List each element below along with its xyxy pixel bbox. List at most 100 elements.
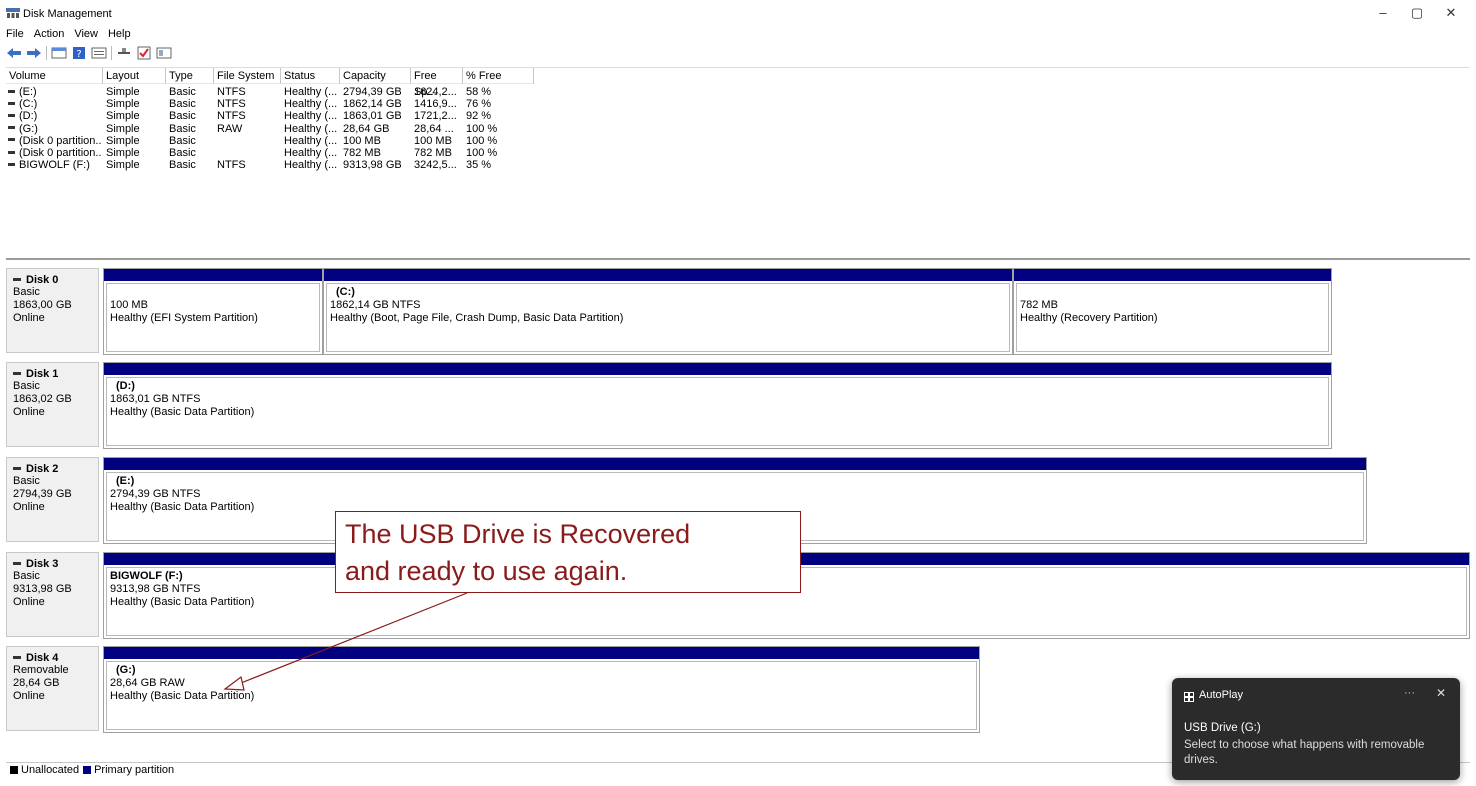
view-icon[interactable]: [156, 46, 172, 60]
menu-help[interactable]: Help: [102, 26, 135, 42]
disk-status: Online: [13, 690, 45, 702]
partition-d[interactable]: (D:) 1863,01 GB NTFS Healthy (Basic Data…: [103, 362, 1332, 449]
volume-row[interactable]: (C:) Simple Basic NTFS Healthy (... 1862,14 G…: [6, 98, 536, 110]
title-bar: Disk Management – ▢ ✕: [0, 0, 1476, 26]
partition-name: (D:): [116, 380, 135, 392]
partition-status: Healthy (EFI System Partition): [110, 312, 258, 324]
cell-file-system: NTFS: [217, 98, 246, 111]
partition-name: (C:): [336, 286, 355, 298]
cell-file-system: [217, 135, 281, 147]
toolbar-separator: [46, 46, 47, 60]
cell-capacity: 782 MB: [343, 147, 381, 159]
primary-partition-swatch: [83, 765, 92, 774]
partition-g[interactable]: (G:) 28,64 GB RAW Healthy (Basic Data Pa…: [103, 646, 980, 733]
cell-volume: (C:): [8, 98, 102, 110]
partition-c[interactable]: (C:) 1862,14 GB NTFS Healthy (Boot, Page…: [323, 268, 1013, 355]
cell-layout: Simple: [106, 134, 140, 147]
cell-percent-free: 100 %: [466, 134, 498, 147]
disk-2-label[interactable]: Disk 2 Basic 2794,39 GB Online: [6, 457, 99, 542]
cell-free-space: 3242,5...: [414, 159, 457, 172]
partition-size: 2794,39 GB NTFS: [110, 488, 201, 500]
autoplay-icon: [1184, 692, 1194, 702]
primary-partition-bar: [104, 647, 979, 659]
cell-percent-free: 92 %: [466, 110, 492, 123]
partition-recovery[interactable]: 782 MB Healthy (Recovery Partition): [1013, 268, 1332, 355]
help-icon[interactable]: ?: [71, 46, 87, 60]
partition-status: Healthy (Boot, Page File, Crash Dump, Ba…: [330, 312, 624, 324]
primary-partition-bar: [104, 269, 322, 281]
maximize-button[interactable]: ▢: [1402, 4, 1432, 22]
cell-capacity: 28,64 GB: [343, 122, 390, 135]
disk-name: Disk 1: [26, 367, 59, 380]
disk-1-label[interactable]: Disk 1 Basic 1863,02 GB Online: [6, 362, 99, 447]
connect-icon[interactable]: [116, 46, 132, 60]
volume-name: (C:): [19, 98, 38, 111]
partition-name: (G:): [116, 664, 136, 676]
notification-body: Select to choose what happens with remov…: [1184, 739, 1425, 766]
volume-row[interactable]: (E:) Simple Basic NTFS Healthy (... 2794,39 G…: [6, 86, 536, 98]
notification-title: AutoPlay: [1199, 689, 1244, 701]
volume-row[interactable]: (Disk 0 partition... Simple Basic Healthy (…: [6, 147, 536, 159]
column-header-layout[interactable]: Layout: [103, 68, 166, 84]
disk-0-label[interactable]: Disk 0 Basic 1863,00 GB Online: [6, 268, 99, 353]
close-icon[interactable]: ✕: [1436, 686, 1446, 700]
column-header-file-system[interactable]: File System: [214, 68, 281, 84]
volume-icon: [8, 89, 15, 93]
disk-type: Basic: [13, 380, 40, 392]
disk-management-icon: [6, 8, 20, 18]
svg-text:?: ?: [76, 49, 81, 60]
disk-status: Online: [13, 501, 45, 513]
disk-list-icon[interactable]: [51, 46, 67, 60]
cell-type: Basic: [169, 86, 196, 98]
volume-row[interactable]: (G:) Simple Basic RAW Healthy (... 28,64 GB 28…: [6, 123, 536, 135]
cell-type: Basic: [169, 147, 196, 159]
cell-volume: (G:): [8, 123, 102, 135]
column-header-type[interactable]: Type: [166, 68, 214, 84]
partition-efi[interactable]: 100 MB Healthy (EFI System Partition): [103, 268, 323, 355]
more-options-icon[interactable]: ···: [1404, 687, 1415, 699]
column-header-free-space[interactable]: Free Sp...: [411, 68, 463, 98]
cell-capacity: 100 MB: [343, 134, 381, 147]
cell-layout: Simple: [106, 98, 140, 111]
forward-icon[interactable]: [26, 46, 42, 60]
disk-name: Disk 4: [26, 651, 59, 664]
back-icon[interactable]: [6, 46, 22, 60]
menu-view[interactable]: View: [68, 26, 102, 42]
menu-action[interactable]: Action: [28, 26, 69, 42]
disk-4-label[interactable]: Disk 4 Removable 28,64 GB Online: [6, 646, 99, 731]
cell-layout: Simple: [106, 122, 140, 135]
column-header-volume[interactable]: Volume: [6, 68, 103, 84]
annotation-line-2: and ready to use again.: [345, 556, 628, 586]
disk-size: 1863,00 GB: [13, 299, 72, 311]
column-header-percent-free[interactable]: % Free: [463, 68, 534, 84]
autoplay-notification[interactable]: AutoPlay ··· ✕ USB Drive (G:) Select to …: [1172, 678, 1460, 780]
volume-name: (Disk 0 partition...: [19, 134, 102, 147]
cell-file-system: [217, 147, 281, 159]
cell-layout: Simple: [106, 159, 140, 172]
column-header-status[interactable]: Status: [281, 68, 340, 84]
window-title: Disk Management: [23, 8, 112, 20]
volume-name: (Disk 0 partition...: [19, 147, 102, 159]
column-header-capacity[interactable]: Capacity: [340, 68, 411, 84]
volume-row[interactable]: (D:) Simple Basic NTFS Healthy (... 1863,01 G…: [6, 110, 536, 122]
cell-capacity: 1862,14 GB: [343, 98, 402, 111]
minimize-button[interactable]: –: [1368, 4, 1398, 22]
close-button[interactable]: ✕: [1436, 4, 1466, 22]
disk-size: 2794,39 GB: [13, 488, 72, 500]
disk-icon: [13, 372, 21, 375]
disk-3-label[interactable]: Disk 3 Basic 9313,98 GB Online: [6, 552, 99, 637]
partition-status: Healthy (Recovery Partition): [1020, 312, 1158, 324]
check-icon[interactable]: [136, 46, 152, 60]
properties-icon[interactable]: [91, 46, 107, 60]
cell-layout: Simple: [106, 86, 140, 98]
cell-file-system: RAW: [217, 122, 243, 135]
partition-status: Healthy (Basic Data Partition): [110, 690, 255, 702]
menu-file[interactable]: File: [0, 26, 28, 42]
volume-row[interactable]: BIGWOLF (F:) Simple Basic NTFS Healthy (... 9…: [6, 159, 536, 171]
partition-name: [110, 286, 319, 299]
cell-volume: (E:): [8, 86, 102, 98]
disk-size: 28,64 GB: [13, 677, 60, 689]
partition-size: 1863,01 GB NTFS: [110, 393, 201, 405]
volume-row[interactable]: (Disk 0 partition... Simple Basic Healthy (…: [6, 135, 536, 147]
cell-layout: Simple: [106, 110, 140, 123]
